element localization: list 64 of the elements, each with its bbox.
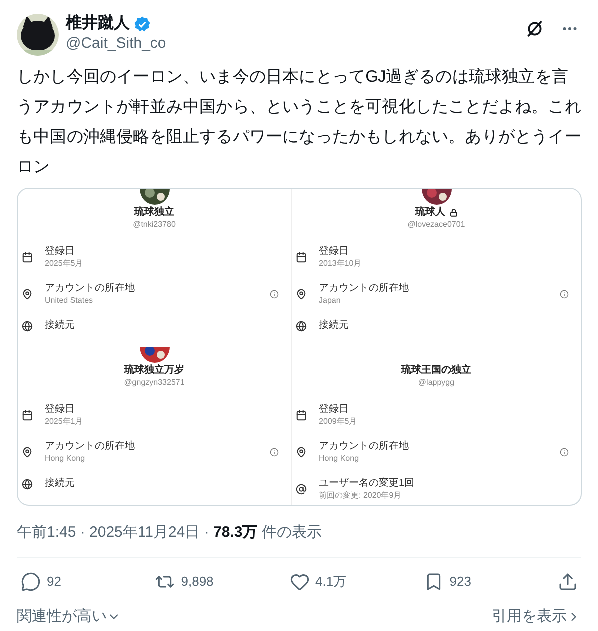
info-icon[interactable] bbox=[560, 290, 569, 299]
info-label: 接続元 bbox=[45, 320, 76, 332]
slashed-circle-icon[interactable] bbox=[525, 19, 545, 39]
profile-handle: @gngzyn332571 bbox=[124, 377, 185, 388]
profile-name: 琉球独立 bbox=[134, 207, 174, 219]
sort-dropdown[interactable]: 関連性が高い bbox=[17, 606, 121, 628]
info-value: 前回の変更: 2020年9月 bbox=[319, 490, 403, 501]
calendar-icon bbox=[296, 252, 307, 263]
info-label: 登録日 bbox=[45, 246, 76, 258]
post-text: しかし今回のイーロン、いま今の日本にとってGJ過ぎるのは琉球独立を言うアカウントが軒並み中国から、ということを可視化したことだよね。これも中国の沖縄侵略を阻止するパワーになったかもしれない。ありがとうイーロン bbox=[17, 67, 582, 178]
share-button[interactable] bbox=[558, 572, 578, 592]
info-value: 2009年5月 bbox=[319, 416, 358, 427]
share-icon bbox=[558, 572, 578, 592]
info-value: Japan bbox=[319, 295, 342, 306]
reply-icon bbox=[21, 572, 41, 592]
globe-icon bbox=[22, 478, 33, 490]
calendar-icon bbox=[22, 410, 33, 421]
info-label: アカウントの所在地 bbox=[319, 283, 410, 295]
info-icon[interactable] bbox=[560, 448, 569, 457]
info-value: 2025年5月 bbox=[45, 258, 84, 269]
info-label: 登録日 bbox=[319, 404, 350, 416]
avatar[interactable] bbox=[17, 14, 59, 56]
info-label: 登録日 bbox=[319, 246, 350, 258]
like-icon bbox=[290, 572, 310, 592]
view-count: 78.3万 bbox=[213, 524, 258, 541]
views-label: 件の表示 bbox=[262, 524, 322, 541]
location-pin-icon bbox=[296, 289, 307, 300]
info-value: Hong Kong bbox=[319, 453, 360, 464]
globe-icon bbox=[22, 320, 33, 332]
like-button[interactable]: 4.1万 bbox=[290, 572, 390, 592]
attached-image[interactable] bbox=[17, 188, 582, 506]
bookmark-button[interactable]: 923 bbox=[424, 572, 524, 592]
calendar-icon bbox=[22, 252, 33, 263]
profile-handle: @lovezace0701 bbox=[408, 219, 466, 230]
profile-handle: @tnki23780 bbox=[133, 219, 176, 230]
author-handle[interactable]: @Cait_Sith_co bbox=[66, 34, 166, 54]
profile-name: 琉球独立万岁 bbox=[124, 365, 184, 377]
info-label: 登録日 bbox=[45, 404, 76, 416]
info-value: 2013年10月 bbox=[319, 258, 363, 269]
profile-name: 琉球王国の独立 bbox=[402, 365, 472, 377]
author-name[interactable]: 椎井蹴人 bbox=[66, 14, 130, 34]
profile-handle: @lappygg bbox=[418, 377, 455, 388]
location-pin-icon bbox=[22, 289, 33, 300]
info-icon[interactable] bbox=[270, 448, 279, 457]
location-pin-icon bbox=[296, 447, 307, 458]
info-label: 接続元 bbox=[319, 320, 350, 332]
view-quotes-link[interactable]: 引用を表示 bbox=[492, 606, 581, 628]
calendar-icon bbox=[296, 410, 307, 421]
info-icon[interactable] bbox=[270, 290, 279, 299]
info-label: アカウントの所在地 bbox=[45, 441, 136, 453]
info-label: ユーザー名の変更1回 bbox=[319, 478, 416, 490]
info-label: アカウントの所在地 bbox=[45, 283, 136, 295]
at-sign-icon bbox=[296, 484, 307, 495]
info-value: United States bbox=[45, 295, 94, 306]
info-value: Hong Kong bbox=[45, 453, 86, 464]
info-value: 2025年1月 bbox=[45, 416, 84, 427]
location-pin-icon bbox=[22, 447, 33, 458]
profile-name: 琉球人 bbox=[416, 207, 446, 219]
info-label: アカウントの所在地 bbox=[319, 441, 410, 453]
globe-icon bbox=[296, 320, 307, 332]
post-timestamp[interactable]: 午前1:45 · 2025年11月24日 · bbox=[17, 524, 214, 541]
info-label: 接続元 bbox=[45, 478, 76, 490]
reply-button[interactable]: 92 bbox=[21, 572, 121, 592]
repost-button[interactable]: 9,898 bbox=[155, 572, 256, 592]
